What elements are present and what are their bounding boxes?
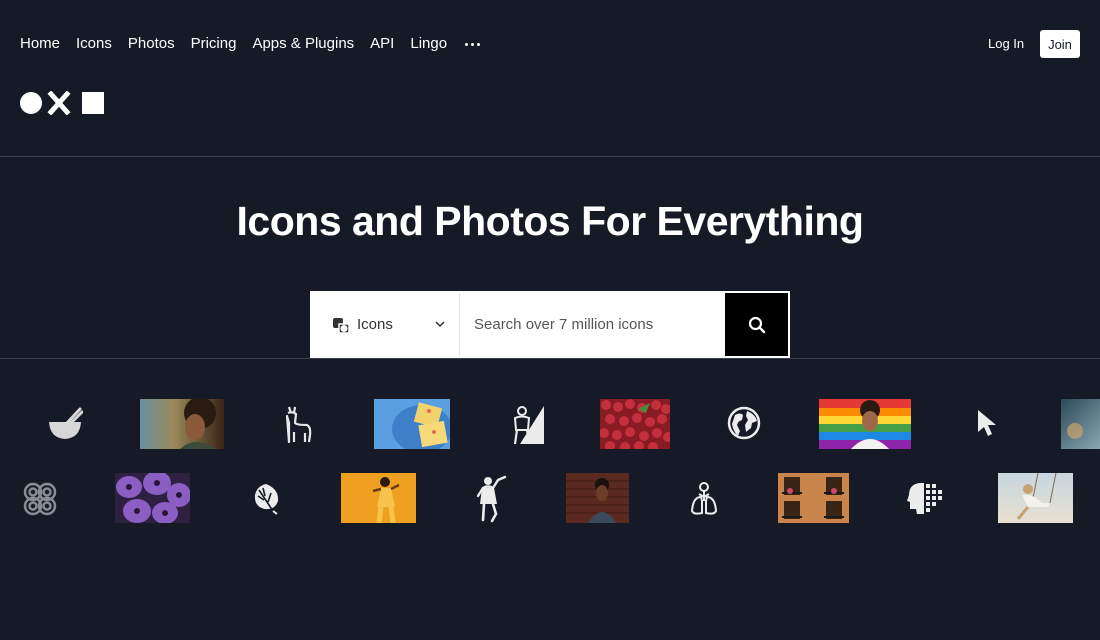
spiral-pattern-icon[interactable] [22, 481, 58, 517]
photo-building-balcony[interactable] [778, 473, 849, 523]
nav-links: Home Icons Photos Pricing Apps & Plugins… [20, 35, 481, 53]
photo-woman-curly-hair[interactable] [140, 399, 224, 449]
photo-woman-swing[interactable] [998, 473, 1073, 523]
nav-pricing[interactable]: Pricing [191, 35, 237, 53]
search-type-label: Icons [357, 316, 393, 333]
top-nav: Home Icons Photos Pricing Apps & Plugins… [0, 0, 1100, 88]
llama-icon[interactable] [283, 405, 313, 443]
shapes-icon [333, 317, 350, 334]
nav-photos[interactable]: Photos [128, 35, 175, 53]
search-icon [748, 316, 765, 333]
photo-purple-flowers[interactable] [115, 473, 190, 523]
cursor-icon[interactable] [976, 408, 998, 438]
search-type-dropdown[interactable]: Icons [312, 293, 460, 356]
search-bar: Icons [310, 291, 790, 358]
nav-api[interactable]: API [370, 35, 394, 53]
photo-man-brick-wall[interactable] [566, 473, 629, 523]
leaf-icon[interactable] [251, 481, 281, 515]
page-title: Icons and Photos For Everything [236, 198, 864, 244]
dancer-icon[interactable] [474, 474, 508, 524]
search-divider [0, 358, 1100, 359]
logo[interactable] [20, 91, 106, 115]
search-input[interactable] [460, 293, 725, 356]
search-button[interactable] [725, 293, 788, 356]
photo-yellow-dancer[interactable] [341, 473, 416, 523]
nav-apps-plugins[interactable]: Apps & Plugins [252, 35, 354, 53]
header-divider [0, 156, 1100, 157]
logo-shapes-icon [20, 91, 104, 115]
nav-icons[interactable]: Icons [76, 35, 112, 53]
bowl-chopsticks-icon[interactable] [47, 407, 83, 441]
more-horizontal-icon[interactable] [465, 35, 481, 53]
hero-figure-icon[interactable] [506, 404, 544, 444]
globe-icon[interactable] [727, 406, 761, 440]
lungs-icon[interactable] [690, 481, 718, 517]
photo-red-berries[interactable] [600, 399, 670, 449]
nav-lingo[interactable]: Lingo [410, 35, 447, 53]
login-link[interactable]: Log In [988, 36, 1024, 51]
photo-man-rainbow[interactable] [819, 399, 911, 449]
nav-home[interactable]: Home [20, 35, 60, 53]
join-button[interactable]: Join [1040, 30, 1080, 58]
photo-partial[interactable] [1061, 399, 1100, 449]
chevron-down-icon [435, 321, 445, 327]
photo-blue-snack[interactable] [374, 399, 450, 449]
pixel-head-icon[interactable] [906, 481, 942, 515]
